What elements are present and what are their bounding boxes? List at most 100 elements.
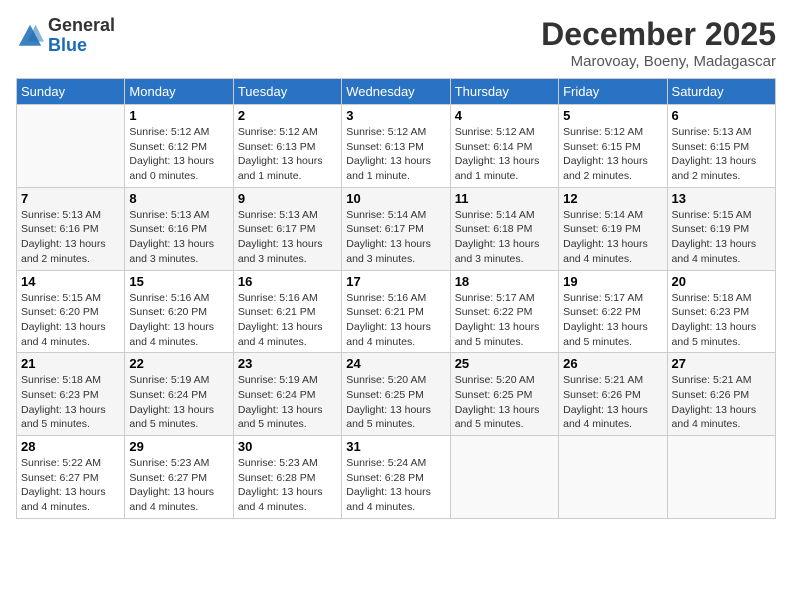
day-number: 7 bbox=[21, 191, 120, 206]
day-info: Sunrise: 5:24 AM Sunset: 6:28 PM Dayligh… bbox=[346, 456, 445, 515]
day-cell: 12 Sunrise: 5:14 AM Sunset: 6:19 PM Dayli… bbox=[559, 187, 667, 270]
day-cell: 2 Sunrise: 5:12 AM Sunset: 6:13 PM Daylig… bbox=[233, 105, 341, 188]
day-info: Sunrise: 5:14 AM Sunset: 6:17 PM Dayligh… bbox=[346, 208, 445, 267]
day-info: Sunrise: 5:14 AM Sunset: 6:18 PM Dayligh… bbox=[455, 208, 554, 267]
day-cell bbox=[450, 436, 558, 519]
day-cell: 29 Sunrise: 5:23 AM Sunset: 6:27 PM Dayli… bbox=[125, 436, 233, 519]
day-info: Sunrise: 5:13 AM Sunset: 6:16 PM Dayligh… bbox=[129, 208, 228, 267]
day-info: Sunrise: 5:20 AM Sunset: 6:25 PM Dayligh… bbox=[346, 373, 445, 432]
day-cell: 23 Sunrise: 5:19 AM Sunset: 6:24 PM Dayli… bbox=[233, 353, 341, 436]
day-number: 13 bbox=[672, 191, 771, 206]
day-info: Sunrise: 5:18 AM Sunset: 6:23 PM Dayligh… bbox=[21, 373, 120, 432]
day-info: Sunrise: 5:19 AM Sunset: 6:24 PM Dayligh… bbox=[238, 373, 337, 432]
day-number: 24 bbox=[346, 356, 445, 371]
title-block: December 2025 Marovoay, Boeny, Madagasca… bbox=[541, 16, 776, 70]
page-header: General Blue December 2025 Marovoay, Boe… bbox=[16, 16, 776, 70]
day-cell: 31 Sunrise: 5:24 AM Sunset: 6:28 PM Dayli… bbox=[342, 436, 450, 519]
weekday-header-wednesday: Wednesday bbox=[342, 79, 450, 105]
day-number: 23 bbox=[238, 356, 337, 371]
day-info: Sunrise: 5:17 AM Sunset: 6:22 PM Dayligh… bbox=[455, 291, 554, 350]
day-info: Sunrise: 5:13 AM Sunset: 6:15 PM Dayligh… bbox=[672, 125, 771, 184]
day-number: 1 bbox=[129, 108, 228, 123]
day-cell: 30 Sunrise: 5:23 AM Sunset: 6:28 PM Dayli… bbox=[233, 436, 341, 519]
day-number: 29 bbox=[129, 439, 228, 454]
day-cell: 5 Sunrise: 5:12 AM Sunset: 6:15 PM Daylig… bbox=[559, 105, 667, 188]
weekday-header-sunday: Sunday bbox=[17, 79, 125, 105]
day-cell: 8 Sunrise: 5:13 AM Sunset: 6:16 PM Daylig… bbox=[125, 187, 233, 270]
day-cell: 28Sunrise: 5:22 AM Sunset: 6:27 PM Dayli… bbox=[17, 436, 125, 519]
day-number: 11 bbox=[455, 191, 554, 206]
day-cell: 1 Sunrise: 5:12 AM Sunset: 6:12 PM Daylig… bbox=[125, 105, 233, 188]
day-info: Sunrise: 5:12 AM Sunset: 6:13 PM Dayligh… bbox=[238, 125, 337, 184]
week-row-5: 28Sunrise: 5:22 AM Sunset: 6:27 PM Dayli… bbox=[17, 436, 776, 519]
day-number: 9 bbox=[238, 191, 337, 206]
weekday-header-thursday: Thursday bbox=[450, 79, 558, 105]
week-row-1: 1 Sunrise: 5:12 AM Sunset: 6:12 PM Daylig… bbox=[17, 105, 776, 188]
day-cell: 17 Sunrise: 5:16 AM Sunset: 6:21 PM Dayli… bbox=[342, 270, 450, 353]
day-number: 6 bbox=[672, 108, 771, 123]
calendar-table: SundayMondayTuesdayWednesdayThursdayFrid… bbox=[16, 78, 776, 519]
day-cell: 18 Sunrise: 5:17 AM Sunset: 6:22 PM Dayli… bbox=[450, 270, 558, 353]
month-title: December 2025 bbox=[541, 16, 776, 53]
day-cell: 10 Sunrise: 5:14 AM Sunset: 6:17 PM Dayli… bbox=[342, 187, 450, 270]
day-number: 5 bbox=[563, 108, 662, 123]
day-number: 21 bbox=[21, 356, 120, 371]
weekday-header-friday: Friday bbox=[559, 79, 667, 105]
day-cell: 24 Sunrise: 5:20 AM Sunset: 6:25 PM Dayli… bbox=[342, 353, 450, 436]
day-cell bbox=[559, 436, 667, 519]
day-cell: 11 Sunrise: 5:14 AM Sunset: 6:18 PM Dayli… bbox=[450, 187, 558, 270]
day-number: 30 bbox=[238, 439, 337, 454]
day-info: Sunrise: 5:22 AM Sunset: 6:27 PM Dayligh… bbox=[21, 456, 120, 515]
day-info: Sunrise: 5:16 AM Sunset: 6:21 PM Dayligh… bbox=[238, 291, 337, 350]
day-info: Sunrise: 5:14 AM Sunset: 6:19 PM Dayligh… bbox=[563, 208, 662, 267]
week-row-4: 21 Sunrise: 5:18 AM Sunset: 6:23 PM Dayli… bbox=[17, 353, 776, 436]
day-number: 10 bbox=[346, 191, 445, 206]
day-info: Sunrise: 5:20 AM Sunset: 6:25 PM Dayligh… bbox=[455, 373, 554, 432]
day-cell: 20 Sunrise: 5:18 AM Sunset: 6:23 PM Dayli… bbox=[667, 270, 775, 353]
day-info: Sunrise: 5:13 AM Sunset: 6:17 PM Dayligh… bbox=[238, 208, 337, 267]
day-info: Sunrise: 5:15 AM Sunset: 6:19 PM Dayligh… bbox=[672, 208, 771, 267]
day-cell: 6 Sunrise: 5:13 AM Sunset: 6:15 PM Daylig… bbox=[667, 105, 775, 188]
day-number: 25 bbox=[455, 356, 554, 371]
week-row-3: 14 Sunrise: 5:15 AM Sunset: 6:20 PM Dayli… bbox=[17, 270, 776, 353]
day-number: 12 bbox=[563, 191, 662, 206]
day-cell: 13 Sunrise: 5:15 AM Sunset: 6:19 PM Dayli… bbox=[667, 187, 775, 270]
day-cell: 25 Sunrise: 5:20 AM Sunset: 6:25 PM Dayli… bbox=[450, 353, 558, 436]
day-info: Sunrise: 5:21 AM Sunset: 6:26 PM Dayligh… bbox=[563, 373, 662, 432]
day-number: 31 bbox=[346, 439, 445, 454]
day-number: 8 bbox=[129, 191, 228, 206]
day-number: 27 bbox=[672, 356, 771, 371]
day-cell: 19Sunrise: 5:17 AM Sunset: 6:22 PM Dayli… bbox=[559, 270, 667, 353]
day-number: 15 bbox=[129, 274, 228, 289]
day-number: 19 bbox=[563, 274, 662, 289]
day-info: Sunrise: 5:12 AM Sunset: 6:15 PM Dayligh… bbox=[563, 125, 662, 184]
day-number: 16 bbox=[238, 274, 337, 289]
day-cell: 7Sunrise: 5:13 AM Sunset: 6:16 PM Daylig… bbox=[17, 187, 125, 270]
day-cell: 4Sunrise: 5:12 AM Sunset: 6:14 PM Daylig… bbox=[450, 105, 558, 188]
day-number: 14 bbox=[21, 274, 120, 289]
day-info: Sunrise: 5:21 AM Sunset: 6:26 PM Dayligh… bbox=[672, 373, 771, 432]
day-info: Sunrise: 5:19 AM Sunset: 6:24 PM Dayligh… bbox=[129, 373, 228, 432]
day-info: Sunrise: 5:16 AM Sunset: 6:21 PM Dayligh… bbox=[346, 291, 445, 350]
day-number: 2 bbox=[238, 108, 337, 123]
day-cell bbox=[17, 105, 125, 188]
day-info: Sunrise: 5:18 AM Sunset: 6:23 PM Dayligh… bbox=[672, 291, 771, 350]
day-number: 26 bbox=[563, 356, 662, 371]
day-cell: 15 Sunrise: 5:16 AM Sunset: 6:20 PM Dayli… bbox=[125, 270, 233, 353]
day-info: Sunrise: 5:23 AM Sunset: 6:28 PM Dayligh… bbox=[238, 456, 337, 515]
day-number: 17 bbox=[346, 274, 445, 289]
location: Marovoay, Boeny, Madagascar bbox=[541, 53, 776, 70]
day-info: Sunrise: 5:23 AM Sunset: 6:27 PM Dayligh… bbox=[129, 456, 228, 515]
day-cell: 21 Sunrise: 5:18 AM Sunset: 6:23 PM Dayli… bbox=[17, 353, 125, 436]
day-number: 20 bbox=[672, 274, 771, 289]
day-info: Sunrise: 5:15 AM Sunset: 6:20 PM Dayligh… bbox=[21, 291, 120, 350]
day-info: Sunrise: 5:12 AM Sunset: 6:12 PM Dayligh… bbox=[129, 125, 228, 184]
day-cell: 26 Sunrise: 5:21 AM Sunset: 6:26 PM Dayli… bbox=[559, 353, 667, 436]
day-number: 18 bbox=[455, 274, 554, 289]
logo-blue: Blue bbox=[48, 35, 87, 55]
logo-general: General bbox=[48, 15, 115, 35]
day-cell: 22Sunrise: 5:19 AM Sunset: 6:24 PM Dayli… bbox=[125, 353, 233, 436]
day-info: Sunrise: 5:16 AM Sunset: 6:20 PM Dayligh… bbox=[129, 291, 228, 350]
day-cell: 14 Sunrise: 5:15 AM Sunset: 6:20 PM Dayli… bbox=[17, 270, 125, 353]
day-cell: 9 Sunrise: 5:13 AM Sunset: 6:17 PM Daylig… bbox=[233, 187, 341, 270]
